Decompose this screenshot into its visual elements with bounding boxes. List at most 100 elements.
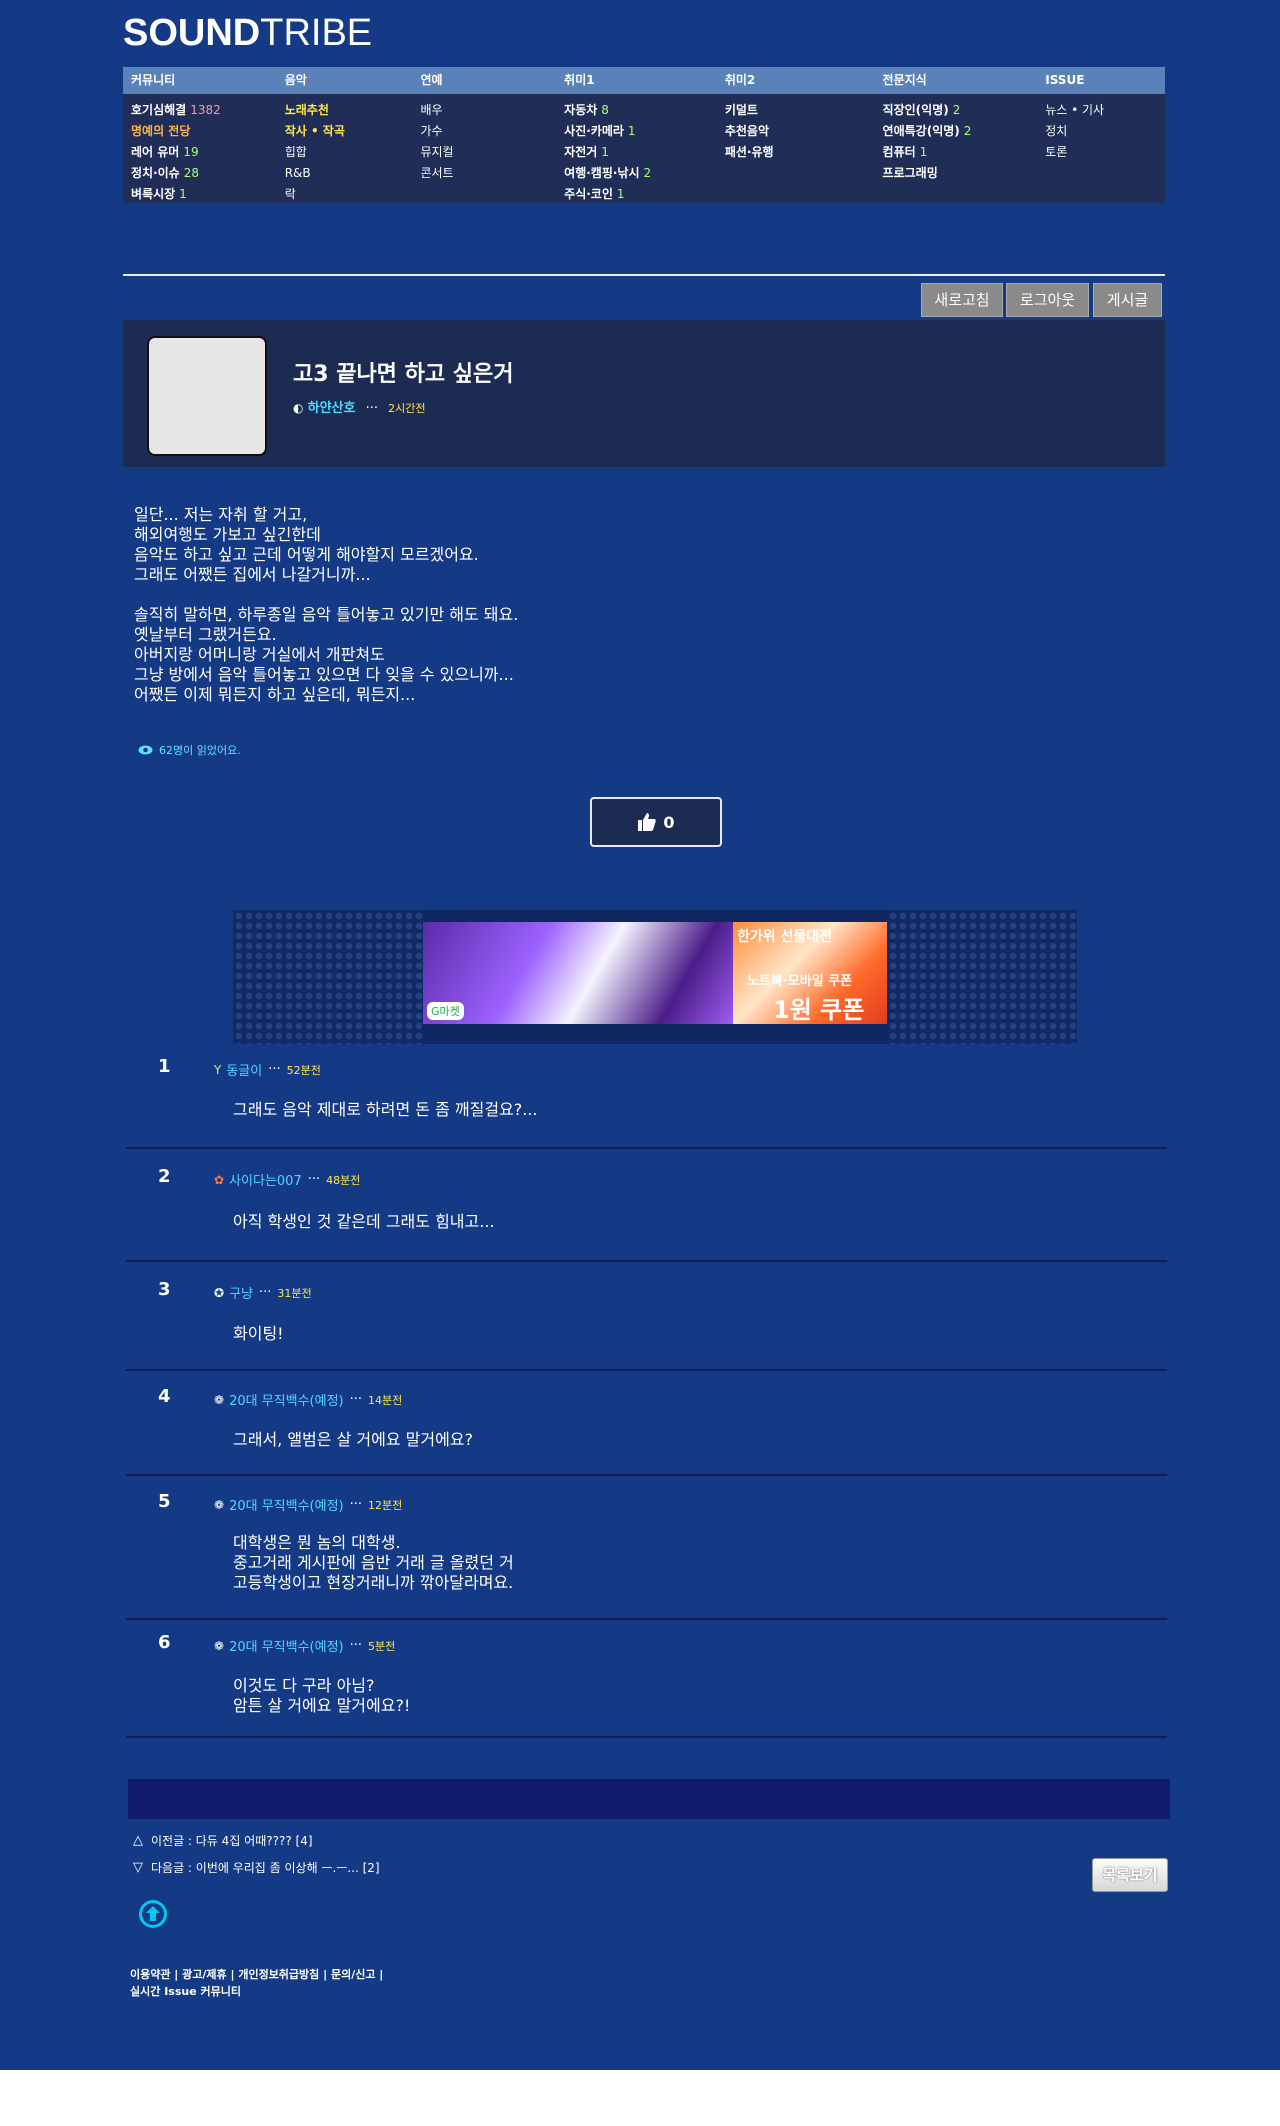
menu-header-issue[interactable]: ISSUE xyxy=(1037,67,1165,94)
menu-item[interactable]: 노래추천 xyxy=(285,100,413,121)
star-icon: ✪ xyxy=(214,1285,225,1300)
menu-col-community: 호기심해결 1382 명예의 전당 레어 유머 19 정치·이슈 28 벼룩시장 1 xyxy=(123,100,277,205)
separator-dots: ··· xyxy=(365,401,379,416)
menu-item[interactable]: 사진·카메라 1 xyxy=(564,121,717,142)
menu-item[interactable]: 자전거 1 xyxy=(564,142,717,163)
menu-item[interactable]: 가수 xyxy=(420,121,556,142)
ad-pattern-right xyxy=(887,910,1077,1044)
flower-icon: ✿ xyxy=(214,1172,225,1187)
write-post-button[interactable]: 게시글 xyxy=(1093,283,1162,317)
prev-post-label[interactable]: 이전글 : 다듀 4집 어때???? [4] xyxy=(151,1832,313,1849)
menu-item[interactable]: R&B xyxy=(285,163,413,184)
comment-item: 6 ❁ 20대 무직백수(예정) ··· 5분전 이것도 다 구라 아님? 암튼… xyxy=(126,1620,1167,1738)
menu-item[interactable]: 자동차 8 xyxy=(564,100,717,121)
comment-author[interactable]: 20대 무직백수(예정) xyxy=(229,1636,344,1655)
divider xyxy=(123,274,1165,276)
menu-item[interactable]: 호기심해결 1382 xyxy=(131,100,277,121)
ad-coupon: 1원 쿠폰 xyxy=(773,996,865,1024)
comment-number: 6 xyxy=(158,1632,171,1653)
menu-item[interactable]: 토론 xyxy=(1045,142,1165,163)
avatar xyxy=(147,336,267,456)
comment-text: 대학생은 뭔 놈의 대학생. 중고거래 게시판에 음반 거래 글 올렸던 거 고… xyxy=(233,1533,514,1592)
menu-item[interactable]: 정치·이슈 28 xyxy=(131,163,277,184)
ad-coupon-image[interactable]: 한가위 선물대전 노트북·모바일 쿠폰 1원 쿠폰 xyxy=(733,922,887,1024)
menu-header: 커뮤니티 음악 연예 취미1 취미2 전문지식 ISSUE xyxy=(123,67,1165,94)
menu-item[interactable]: 정치 xyxy=(1045,121,1165,142)
menu-item[interactable]: 여행·캠핑·낚시 2 xyxy=(564,163,717,184)
menu-item[interactable]: 컴퓨터 1 xyxy=(883,142,1038,163)
menu-header-expert[interactable]: 전문지식 xyxy=(875,67,1038,94)
comment-time: 14분전 xyxy=(368,1393,403,1407)
comment-author[interactable]: 20대 무직백수(예정) xyxy=(229,1495,344,1514)
comment-item: 3 ✪ 구냥 ··· 31분전 화이팅! xyxy=(126,1262,1167,1371)
comment-number: 3 xyxy=(158,1279,171,1300)
list-button[interactable]: 목록보기 xyxy=(1092,1858,1168,1892)
menu-item[interactable]: 프로그래밍 xyxy=(883,163,1038,184)
triangle-up-icon: △ xyxy=(133,1833,143,1848)
separator-dots: ··· xyxy=(268,1062,281,1077)
footer-line: 실시간 Issue 커뮤니티 xyxy=(130,1985,241,1998)
comment-author[interactable]: 사이다는007 xyxy=(229,1170,302,1189)
menu-item[interactable]: 직장인(익명) 2 xyxy=(883,100,1038,121)
menu-header-community[interactable]: 커뮤니티 xyxy=(123,67,277,94)
comment-text: 화이팅! xyxy=(233,1324,284,1343)
comment-author[interactable]: 동글이 xyxy=(226,1060,262,1079)
menu-item[interactable]: 패션·유행 xyxy=(725,142,875,163)
ad-phone-image[interactable]: G마켓 xyxy=(423,922,733,1024)
menu-item[interactable]: 벼룩시장 1 xyxy=(131,184,277,205)
menu-item[interactable]: 작사 • 작곡 xyxy=(285,121,413,142)
menu-col-music: 노래추천 작사 • 작곡 힙합 R&B 락 xyxy=(277,100,413,205)
separator-dots: ··· xyxy=(258,1285,272,1300)
ad-headline: 한가위 선물대전 xyxy=(737,929,833,945)
next-post-label[interactable]: 다음글 : 이번에 우리집 좀 이상해 ㅡ.ㅡ... [2] xyxy=(151,1859,380,1876)
menu-item[interactable]: 주식·코인 1 xyxy=(564,184,717,205)
prev-post-link[interactable]: △ 이전글 : 다듀 4집 어때???? [4] xyxy=(133,1832,313,1849)
like-count: 0 xyxy=(663,812,675,832)
comment-time: 48분전 xyxy=(326,1173,361,1187)
menu-item[interactable]: 레어 유머 19 xyxy=(131,142,277,163)
like-button[interactable]: 0 xyxy=(590,797,722,847)
menu-item[interactable]: 명예의 전당 xyxy=(131,121,277,142)
site-logo[interactable]: SOUNDTRIBE xyxy=(123,12,372,55)
cloud-icon: ❁ xyxy=(214,1638,225,1653)
menu-header-hobby1[interactable]: 취미1 xyxy=(556,67,717,94)
menu-item[interactable]: 뉴스 • 기사 xyxy=(1045,100,1165,121)
menu-header-hobby2[interactable]: 취미2 xyxy=(717,67,875,94)
menu-item[interactable]: 추천음악 xyxy=(725,121,875,142)
post-nav-bar xyxy=(128,1779,1170,1819)
comment-text: 그래도 음악 제대로 하려면 돈 좀 깨질걸요?... xyxy=(233,1100,538,1119)
ad-pattern-left xyxy=(233,910,423,1044)
ad-banner[interactable]: G마켓 한가위 선물대전 노트북·모바일 쿠폰 1원 쿠폰 xyxy=(233,910,1077,1044)
menu-item[interactable]: 뮤지컬 xyxy=(420,142,556,163)
menu-col-expert: 직장인(익명) 2 연애특강(익명) 2 컴퓨터 1 프로그래밍 xyxy=(875,100,1038,205)
menu-item[interactable]: 락 xyxy=(285,184,413,205)
post-time: 2시간전 xyxy=(388,402,426,415)
scroll-top-icon[interactable] xyxy=(137,1898,169,1930)
comment-meta: ❁ 20대 무직백수(예정) ··· 14분전 xyxy=(214,1390,402,1409)
menu-header-music[interactable]: 음악 xyxy=(277,67,413,94)
footer-line[interactable]: 이용약관 | 광고/제휴 | 개인정보취급방침 | 문의/신고 | xyxy=(130,1966,383,1983)
menu-item[interactable]: 연애특강(익명) 2 xyxy=(883,121,1038,142)
comment-meta: ✿ 사이다는007 ··· 48분전 xyxy=(214,1170,360,1189)
menu-header-entertainment[interactable]: 연예 xyxy=(412,67,556,94)
comment-author[interactable]: 구냥 xyxy=(229,1283,253,1302)
menu-item[interactable]: 배우 xyxy=(420,100,556,121)
menu-item[interactable]: 키덜트 xyxy=(725,100,875,121)
comment-number: 4 xyxy=(158,1386,171,1407)
ad-subline: 노트북·모바일 쿠폰 xyxy=(747,974,853,989)
menu-item[interactable]: 콘서트 xyxy=(420,163,556,184)
menu-col-hobby1: 자동차 8 사진·카메라 1 자전거 1 여행·캠핑·낚시 2 주식·코인 1 xyxy=(556,100,717,205)
comment-author[interactable]: 20대 무직백수(예정) xyxy=(229,1390,344,1409)
refresh-button[interactable]: 새로고침 xyxy=(921,283,1003,317)
comment-text: 그래서, 앨범은 살 거에요 말거에요? xyxy=(233,1430,474,1449)
post-author[interactable]: 하얀산호 xyxy=(308,401,356,416)
comment-number: 2 xyxy=(158,1166,171,1187)
menu-item[interactable]: 힙합 xyxy=(285,142,413,163)
ad-market-logo: G마켓 xyxy=(427,1002,464,1020)
post-meta: ◐ 하얀산호 ··· 2시간전 xyxy=(293,397,426,416)
next-post-link[interactable]: ▽ 다음글 : 이번에 우리집 좀 이상해 ㅡ.ㅡ... [2] xyxy=(133,1859,380,1876)
comment-meta: ✪ 구냥 ··· 31분전 xyxy=(214,1283,312,1302)
comment-time: 52분전 xyxy=(286,1063,321,1077)
triangle-down-icon: ▽ xyxy=(133,1860,143,1875)
logout-button[interactable]: 로그아웃 xyxy=(1006,283,1089,317)
